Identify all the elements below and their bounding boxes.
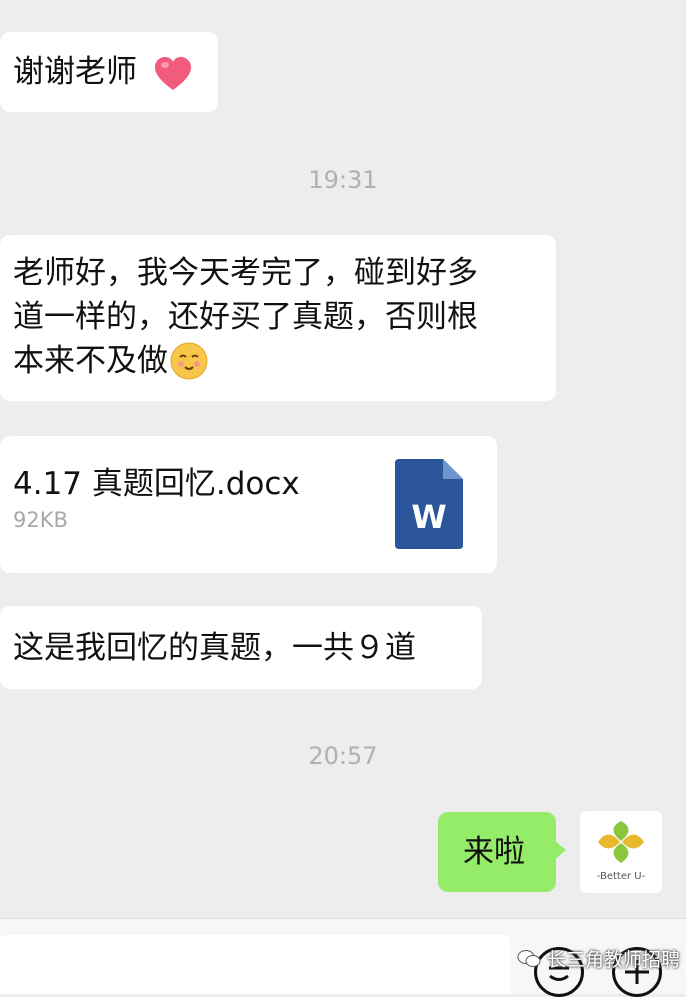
avatar-text: -Better U- xyxy=(596,871,646,882)
message-bubble-sent[interactable]: 来啦 xyxy=(438,812,566,892)
message-bubble-received[interactable]: 谢谢老师 xyxy=(0,32,218,112)
timestamp: 20:57 xyxy=(308,742,378,770)
watermark: 长三角教师招聘 xyxy=(517,945,680,972)
message-text-line: 道一样的，还好买了真题，否则根 xyxy=(13,299,478,335)
message-text-line: 本来不及做 xyxy=(13,339,556,383)
message-text: 谢谢老师 xyxy=(13,54,137,90)
message-input[interactable] xyxy=(0,935,510,994)
message-bubble-received[interactable]: 老师好，我今天考完了，碰到好多 道一样的，还好买了真题，否则根 本来不及做 xyxy=(0,235,556,401)
message-text: 来啦 xyxy=(463,834,525,870)
message-text-line: 老师好，我今天考完了，碰到好多 xyxy=(13,255,478,291)
file-size: 92KB xyxy=(13,508,68,532)
logo-icon xyxy=(598,821,644,863)
message-bubble-received[interactable]: 这是我回忆的真题，一共９道 xyxy=(0,606,482,689)
bubble-tail xyxy=(554,840,566,860)
wechat-icon xyxy=(517,949,541,967)
heart-emoji-icon xyxy=(155,57,191,90)
message-text: 这是我回忆的真题，一共９道 xyxy=(13,630,416,666)
file-name: 4.17 真题回忆.docx xyxy=(13,466,300,502)
watermark-text: 长三角教师招聘 xyxy=(546,949,680,971)
file-message[interactable]: 4.17 真题回忆.docx 92KB W xyxy=(0,436,497,573)
smile-emoji-icon xyxy=(170,342,208,380)
message-text: 本来不及做 xyxy=(13,343,168,379)
timestamp: 19:31 xyxy=(308,166,378,194)
word-file-letter: W xyxy=(411,498,447,536)
avatar[interactable]: -Better U- xyxy=(580,811,662,893)
